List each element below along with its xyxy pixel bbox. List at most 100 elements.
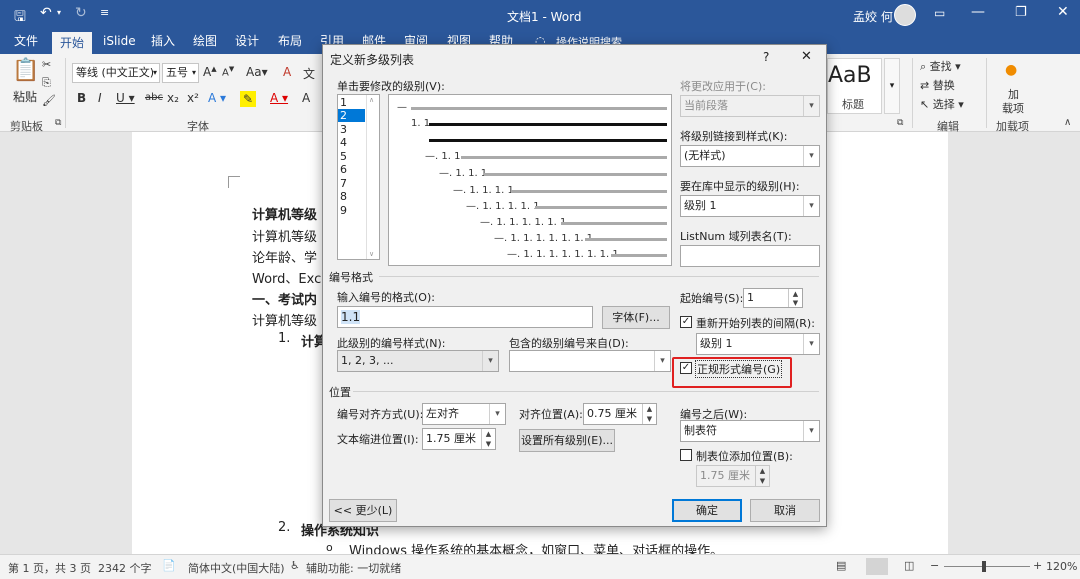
legal-numbering-checkbox[interactable]: ✓ <box>680 362 692 374</box>
level-item[interactable]: 7 <box>338 177 365 190</box>
start-at-spinner[interactable]: 1 ▲ ▼ <box>743 288 803 308</box>
zoom-slider-track[interactable] <box>944 566 1030 567</box>
style-gallery-item[interactable]: AaB 标题 <box>827 58 882 114</box>
highlight-icon[interactable]: ✎ <box>240 91 256 107</box>
listnum-input[interactable] <box>680 245 820 267</box>
tab-file[interactable]: 文件 <box>6 30 46 54</box>
level-item[interactable]: 9 <box>338 204 365 217</box>
subscript-icon[interactable]: x₂ <box>167 91 179 105</box>
minimize-icon[interactable]: — <box>971 4 985 20</box>
zoom-level[interactable]: 120% <box>1046 560 1077 573</box>
italic-icon[interactable]: I <box>98 91 102 105</box>
shrink-font-icon[interactable]: A▼ <box>222 65 234 78</box>
word-count[interactable]: 2342 个字 <box>98 560 152 576</box>
customize-qat-icon[interactable]: ≡ <box>100 6 109 19</box>
paste-icon[interactable]: 📋 <box>12 58 39 83</box>
text-effects-icon[interactable]: A ▾ <box>208 91 226 105</box>
tab-islide[interactable]: iSlide <box>95 30 144 54</box>
undo-dropdown-icon[interactable]: ▾ <box>57 8 61 17</box>
tab-home[interactable]: 开始 <box>52 32 93 54</box>
restore-icon[interactable]: ❐ <box>1015 5 1027 20</box>
proofing-icon[interactable]: 📄 <box>162 559 176 572</box>
accessibility-status[interactable]: 辅助功能: 一切就绪 <box>306 560 401 576</box>
language[interactable]: 简体中文(中国大陆) <box>188 560 285 576</box>
less-button[interactable]: << 更少(L) <box>329 499 397 522</box>
style-sample: AaB <box>828 63 872 88</box>
styles-launcher-icon[interactable]: ⧉ <box>897 118 903 128</box>
level-list[interactable]: 1 2 3 4 5 6 7 8 9 ∧ ∨ <box>337 94 380 260</box>
tab-layout[interactable]: 布局 <box>270 30 310 54</box>
zoom-slider-thumb[interactable] <box>982 561 986 572</box>
level-item[interactable]: 1 <box>338 96 365 109</box>
level-item-selected[interactable]: 2 <box>338 109 365 122</box>
font-button[interactable]: 字体(F)... <box>602 306 670 329</box>
tab-draw[interactable]: 绘图 <box>185 30 225 54</box>
aligned-at-spinner[interactable]: 0.75 厘米 ▲ ▼ <box>583 403 657 425</box>
follow-number-select[interactable]: 制表符 ▾ <box>680 420 820 442</box>
zoom-in-icon[interactable]: + <box>1033 559 1042 572</box>
paste-button-label[interactable]: 粘贴 <box>13 88 37 105</box>
tab-insert[interactable]: 插入 <box>143 30 183 54</box>
number-style-select[interactable]: 1, 2, 3, ... ▾ <box>337 350 499 372</box>
print-layout-icon[interactable] <box>866 558 888 575</box>
level-item[interactable]: 6 <box>338 163 365 176</box>
ok-button[interactable]: 确定 <box>672 499 742 522</box>
replace-button[interactable]: ⇄ 替换 <box>920 77 955 93</box>
gallery-level-select[interactable]: 级别 1 ▾ <box>680 195 820 217</box>
collapse-ribbon-icon[interactable]: ∧ <box>1064 117 1071 128</box>
set-all-levels-button[interactable]: 设置所有级别(E)... <box>519 429 615 452</box>
font-size-select[interactable]: 五号 ▾ <box>162 63 199 83</box>
restart-checkbox[interactable]: ✓ <box>680 316 692 328</box>
addin-label-2[interactable]: 载项 <box>1002 100 1024 116</box>
phonetic-guide-icon[interactable]: 文 <box>303 65 315 82</box>
page-count[interactable]: 第 1 页，共 3 页 <box>8 560 91 576</box>
clipboard-launcher-icon[interactable]: ⧉ <box>55 118 61 128</box>
number-format-input[interactable]: 1.1 <box>337 306 593 328</box>
avatar[interactable] <box>894 4 916 26</box>
user-name[interactable]: 孟姣 何 <box>853 8 893 25</box>
level-item[interactable]: 5 <box>338 150 365 163</box>
zoom-out-icon[interactable]: − <box>930 559 939 572</box>
redo-icon[interactable]: ↻ <box>75 5 87 21</box>
level-item[interactable]: 4 <box>338 136 365 149</box>
find-button[interactable]: ⌕ 查找 ▾ <box>920 58 961 74</box>
undo-icon[interactable]: ↶ <box>40 5 52 21</box>
change-case-icon[interactable]: Aa▾ <box>246 65 268 79</box>
font-name-select[interactable]: 等线 (中文正文) ▾ <box>72 63 160 83</box>
include-level-select[interactable]: ▾ <box>509 350 671 372</box>
copy-icon[interactable]: ⎘ <box>42 76 51 90</box>
close-icon[interactable]: ✕ <box>801 49 812 64</box>
restart-label: 重新开始列表的间隔(R): <box>696 317 815 330</box>
level-list-scrollbar[interactable]: ∧ ∨ <box>366 95 379 259</box>
style-gallery-more[interactable]: ▾ <box>884 58 900 114</box>
char-shading-icon[interactable]: A <box>302 91 310 105</box>
underline-icon[interactable]: U ▾ <box>116 91 135 105</box>
ribbon-display-icon[interactable]: ▭ <box>934 6 945 20</box>
restart-level-select[interactable]: 级别 1 ▾ <box>696 333 820 355</box>
clear-formatting-icon[interactable]: A <box>283 65 291 79</box>
tab-design[interactable]: 设计 <box>227 30 267 54</box>
cancel-button[interactable]: 取消 <box>750 499 820 522</box>
save-icon[interactable]: 🖫 <box>14 6 26 30</box>
accessibility-icon[interactable]: ♿ <box>290 559 300 572</box>
close-window-icon[interactable]: ✕ <box>1057 4 1069 20</box>
legal-numbering-label[interactable]: 正规形式编号(G) <box>695 360 783 378</box>
align-select[interactable]: 左对齐 ▾ <box>422 403 506 425</box>
level-item[interactable]: 8 <box>338 190 365 203</box>
focus-mode-icon[interactable]: ▤ <box>836 559 846 572</box>
select-button[interactable]: ↖ 选择 ▾ <box>920 96 964 112</box>
indent-spinner[interactable]: 1.75 厘米 ▲ ▼ <box>422 428 496 450</box>
bold-icon[interactable]: B <box>77 91 86 105</box>
font-color-icon[interactable]: A ▾ <box>270 91 288 105</box>
web-layout-icon[interactable]: ◫ <box>904 559 914 572</box>
superscript-icon[interactable]: x² <box>187 91 199 105</box>
tab-stop-checkbox[interactable] <box>680 449 692 461</box>
cut-icon[interactable]: ✂ <box>42 58 51 71</box>
strikethrough-icon[interactable]: abc <box>145 92 163 103</box>
help-button[interactable]: ? <box>763 50 769 64</box>
level-item[interactable]: 3 <box>338 123 365 136</box>
grow-font-icon[interactable]: A▲ <box>203 65 217 79</box>
link-style-select[interactable]: (无样式) ▾ <box>680 145 820 167</box>
addin-icon[interactable]: ● <box>1005 62 1017 78</box>
format-painter-icon[interactable]: 🖌 <box>42 94 56 107</box>
